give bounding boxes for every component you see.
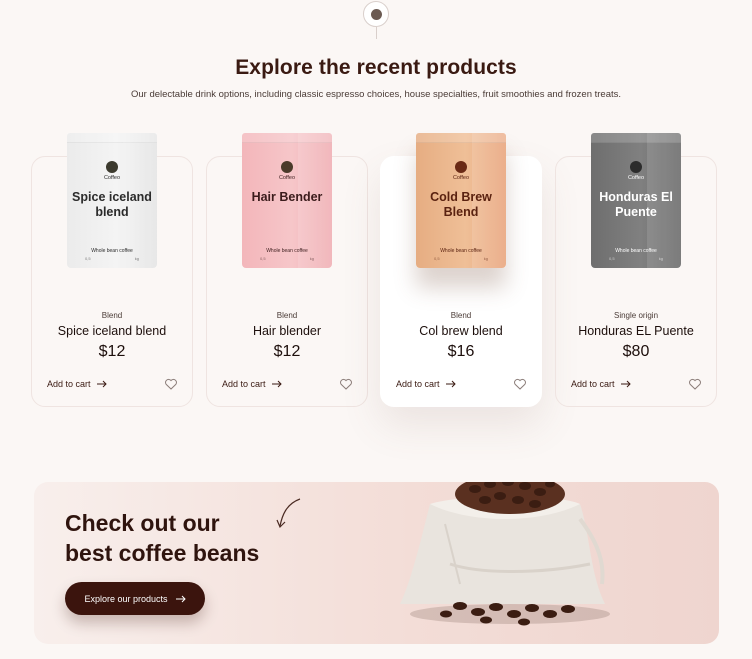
bag-weight: 0,5 [434,256,440,261]
add-to-cart-label: Add to cart [222,379,266,389]
add-to-cart-button[interactable]: Add to cart [47,379,107,389]
bag-kind: Whole bean coffee [266,248,308,254]
section-title: Explore the recent products [235,56,517,79]
banner-title-line1: Check out our [65,510,220,536]
add-to-cart-label: Add to cart [396,379,440,389]
bag-name: Spice iceland blend [72,190,152,219]
product-title[interactable]: Hair blender [207,324,367,338]
arrow-right-icon [96,380,107,388]
bag-weight-row: 0,5 kg [609,256,663,261]
bag-weight: 0,5 [260,256,266,261]
product-price: $12 [273,343,301,360]
curved-arrow-icon [276,498,301,529]
bag-kind: Whole bean coffee [440,248,482,254]
product-image-bag: Coffeo Spice iceland blend Whole bean co… [67,133,157,268]
bag-kind: Whole bean coffee [615,248,657,254]
coffee-bean-logo-icon [455,161,467,173]
product-category: Single origin [613,311,659,320]
product-category: Blend [101,311,123,320]
product-card[interactable]: Coffeo Honduras El Puente Whole bean cof… [555,133,717,407]
arrow-right-icon [620,380,631,388]
product-card[interactable]: Coffeo Hair Bender Whole bean coffee 0,5… [206,133,368,407]
explore-products-label: Explore our products [84,593,168,604]
product-title[interactable]: Honduras EL Puente [556,324,716,338]
arrow-right-icon [175,595,186,602]
bag-weight: 0,5 [609,256,615,261]
add-to-cart-button[interactable]: Add to cart [571,379,631,389]
product-card[interactable]: Coffeo Spice iceland blend Whole bean co… [31,133,193,407]
bag-brand: Coffeo [278,175,296,181]
section-marker-icon [363,1,389,27]
add-to-cart-button[interactable]: Add to cart [222,379,282,389]
coffee-sack-image [400,482,610,626]
bag-weight: 0,5 [85,256,91,261]
bag-weight-row: 0,5 kg [434,256,488,261]
bag-name: Cold Brew Blend [430,190,492,219]
promo-banner: Check out our best coffee beans Explore … [34,482,719,644]
bag-unit: kg [483,256,488,261]
banner-title-line2: best coffee beans [65,540,260,566]
bag-brand: Coffeo [627,175,645,181]
bag-unit: kg [309,256,314,261]
product-image-bag: Coffeo Honduras El Puente Whole bean cof… [591,133,681,268]
product-image-bag: Coffeo Cold Brew Blend Whole bean coffee… [416,133,506,268]
section-subtitle: Our delectable drink options, including … [130,89,622,100]
bag-weight-row: 0,5 kg [260,256,314,261]
heart-icon[interactable] [339,377,353,391]
explore-products-button[interactable]: Explore our products [65,582,205,615]
banner-title: Check out our best coffee beans [65,508,259,568]
bag-name: Honduras El Puente [599,190,673,219]
bag-brand: Coffeo [452,175,470,181]
add-to-cart-button[interactable]: Add to cart [396,379,456,389]
bag-brand: Coffeo [103,175,121,181]
product-category: Blend [450,311,472,320]
product-image-bag: Coffeo Hair Bender Whole bean coffee 0,5… [242,133,332,268]
add-to-cart-label: Add to cart [571,379,615,389]
product-price: $80 [622,343,650,360]
product-price: $12 [98,343,126,360]
product-title[interactable]: Col brew blend [381,324,541,338]
coffee-bean-logo-icon [281,161,293,173]
heart-icon[interactable] [513,377,527,391]
marker-dot [370,8,382,20]
arrow-right-icon [271,380,282,388]
product-category: Blend [276,311,298,320]
coffee-bean-logo-icon [106,161,118,173]
product-title[interactable]: Spice iceland blend [32,324,192,338]
bag-kind: Whole bean coffee [91,248,133,254]
bag-unit: kg [134,256,139,261]
product-card-active[interactable]: Coffeo Cold Brew Blend Whole bean coffee… [380,133,542,407]
add-to-cart-label: Add to cart [47,379,91,389]
arrow-right-icon [445,380,456,388]
bag-name: Hair Bender [251,190,323,204]
heart-icon[interactable] [688,377,702,391]
coffee-bean-logo-icon [630,161,642,173]
section-marker-line [376,27,377,39]
bag-unit: kg [658,256,663,261]
product-price: $16 [447,343,475,360]
bag-weight-row: 0,5 kg [85,256,139,261]
heart-icon[interactable] [164,377,178,391]
